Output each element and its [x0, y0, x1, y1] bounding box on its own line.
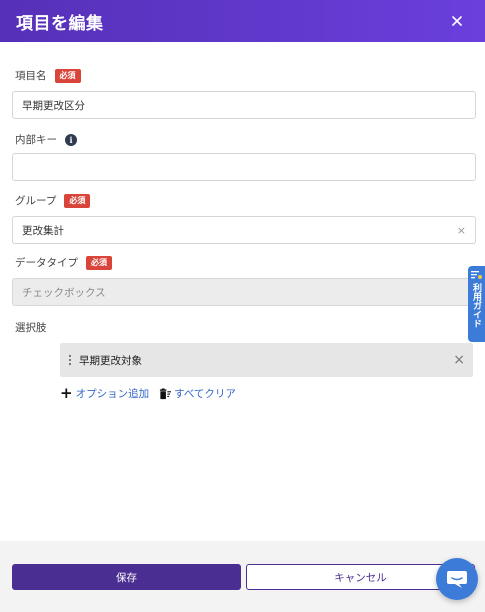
trash-icon	[160, 387, 172, 399]
internal-key-label: 内部キー	[15, 134, 57, 146]
options-label: 選択肢	[15, 322, 47, 334]
info-icon[interactable]: i	[65, 133, 77, 146]
internal-key-input[interactable]	[12, 153, 476, 181]
option-remove-icon[interactable]: ×	[453, 352, 465, 368]
chat-button[interactable]	[436, 558, 478, 600]
add-option-button[interactable]: + オプション追加	[60, 386, 149, 401]
plus-icon: +	[60, 384, 73, 402]
group-label: グループ	[15, 195, 57, 207]
item-name-label-row: 項目名 必須	[15, 68, 81, 83]
group-value: 更改集計	[22, 224, 64, 237]
dialog-title: 項目を編集	[16, 13, 104, 34]
option-item: 早期更改対象 ×	[60, 343, 473, 377]
clear-all-label: すべてクリア	[174, 388, 236, 400]
save-button[interactable]: 保存	[12, 564, 241, 590]
internal-key-label-row: 内部キー i	[15, 132, 77, 147]
dialog-header: 項目を編集	[0, 0, 485, 42]
data-type-select: チェックボックス	[12, 278, 476, 306]
close-button[interactable]	[445, 9, 469, 33]
options-label-row: 選択肢	[15, 320, 47, 335]
usage-guide-label: 利用ガイド	[471, 283, 481, 328]
required-badge: 必須	[64, 193, 91, 208]
option-actions: + オプション追加 すべてクリア	[60, 386, 236, 401]
usage-guide-tab[interactable]: 利用ガイド	[468, 266, 485, 342]
data-type-label-row: データタイプ 必須	[15, 255, 112, 270]
close-icon	[452, 16, 462, 26]
required-badge: 必須	[86, 255, 112, 270]
option-item-label: 早期更改対象	[79, 354, 142, 367]
clear-all-button[interactable]: すべてクリア	[159, 386, 236, 401]
data-type-value: チェックボックス	[22, 286, 106, 299]
drag-handle-icon[interactable]	[65, 354, 75, 366]
group-label-row: グループ 必須	[15, 193, 91, 208]
data-type-label: データタイプ	[15, 257, 78, 269]
item-name-input[interactable]: 早期更改区分	[12, 91, 476, 119]
group-select[interactable]: 更改集計 ×	[12, 216, 476, 244]
chat-icon	[447, 571, 467, 588]
add-option-label: オプション追加	[75, 388, 150, 400]
group-clear-icon[interactable]: ×	[457, 224, 466, 237]
guide-icon	[471, 271, 482, 279]
item-name-value: 早期更改区分	[22, 99, 85, 112]
required-badge: 必須	[54, 68, 81, 83]
item-name-label: 項目名	[15, 70, 47, 82]
